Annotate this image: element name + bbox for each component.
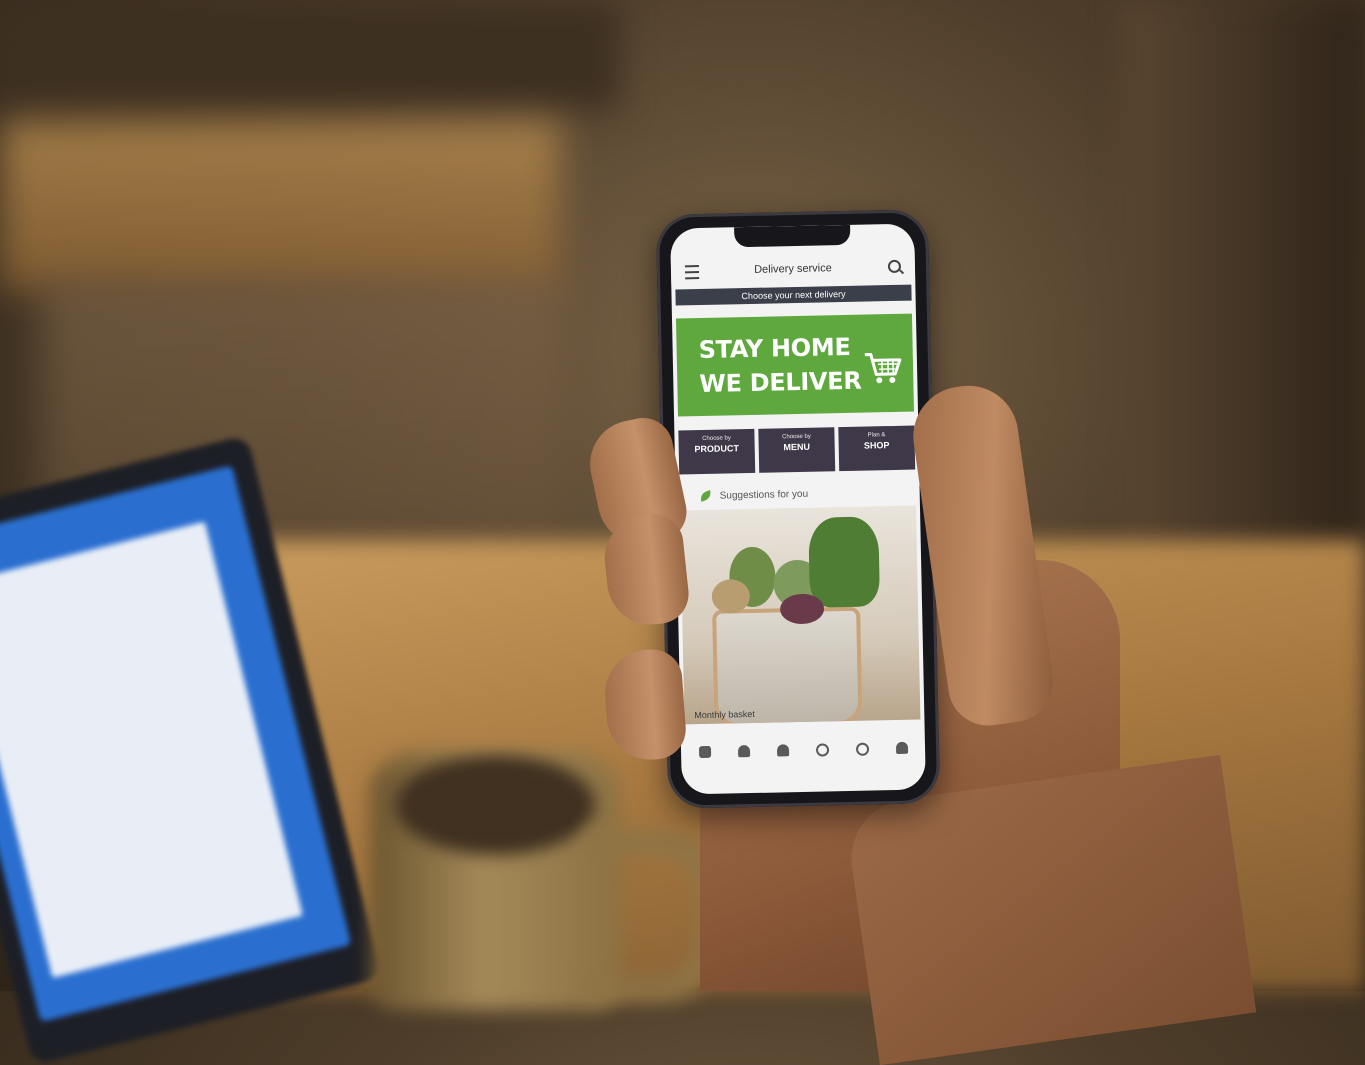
search-icon[interactable] bbox=[887, 259, 902, 274]
plan-and-shop-button[interactable]: Plan & SHOP bbox=[838, 425, 916, 472]
menu-icon[interactable] bbox=[684, 265, 700, 280]
delivery-subbar[interactable]: Choose your next delivery bbox=[675, 284, 912, 306]
option-small-label: Plan & bbox=[867, 432, 886, 439]
leaf-icon bbox=[698, 490, 713, 502]
laptop-document bbox=[0, 521, 303, 978]
promo-banner[interactable]: STAY HOME WE DELIVER bbox=[675, 313, 914, 417]
photo-background: Delivery service Choose your next delive… bbox=[0, 0, 1365, 1065]
flag-icon[interactable] bbox=[698, 745, 711, 759]
suggestion-photo[interactable]: Monthly basket bbox=[680, 505, 921, 725]
banner-line-1: STAY HOME bbox=[698, 332, 851, 365]
subbar-label: Choose your next delivery bbox=[741, 288, 846, 302]
compass-icon[interactable] bbox=[855, 742, 869, 756]
user-icon[interactable] bbox=[895, 741, 908, 755]
option-big-label: MENU bbox=[783, 441, 811, 453]
option-small-label: Choose by bbox=[702, 435, 731, 442]
suggestions-label: Suggestions for you bbox=[719, 488, 809, 502]
phone-screen: Delivery service Choose your next delive… bbox=[670, 223, 926, 795]
background-dark-area bbox=[0, 0, 620, 110]
photo-caption: Monthly basket bbox=[694, 708, 755, 721]
vegetable-basket bbox=[712, 606, 863, 725]
coffee-mug-opening bbox=[395, 755, 595, 855]
choose-by-product-button[interactable]: Choose by PRODUCT bbox=[678, 428, 756, 475]
option-big-label: SHOP bbox=[863, 440, 890, 451]
bottom-tab-bar bbox=[685, 729, 922, 770]
globe-icon[interactable] bbox=[815, 742, 829, 757]
banner-line-2: WE DELIVER bbox=[699, 366, 862, 399]
pin-icon[interactable] bbox=[776, 744, 789, 757]
background-shelf bbox=[0, 120, 560, 290]
phone-notch bbox=[734, 224, 851, 248]
smartphone: Delivery service Choose your next delive… bbox=[655, 209, 941, 809]
app-header: Delivery service bbox=[670, 251, 916, 287]
option-small-label: Choose by bbox=[782, 433, 811, 441]
option-buttons: Choose by PRODUCT Choose by MENU Plan & … bbox=[678, 425, 916, 475]
choose-by-menu-button[interactable]: Choose by MENU bbox=[758, 427, 836, 473]
bag-icon[interactable] bbox=[737, 745, 750, 758]
suggestions-heading: Suggestions for you bbox=[682, 482, 914, 507]
leafy-greens bbox=[808, 516, 881, 608]
option-big-label: PRODUCT bbox=[694, 443, 740, 455]
background-wall bbox=[1120, 0, 1365, 560]
app-title: Delivery service bbox=[754, 262, 832, 276]
cart-icon bbox=[864, 352, 902, 384]
